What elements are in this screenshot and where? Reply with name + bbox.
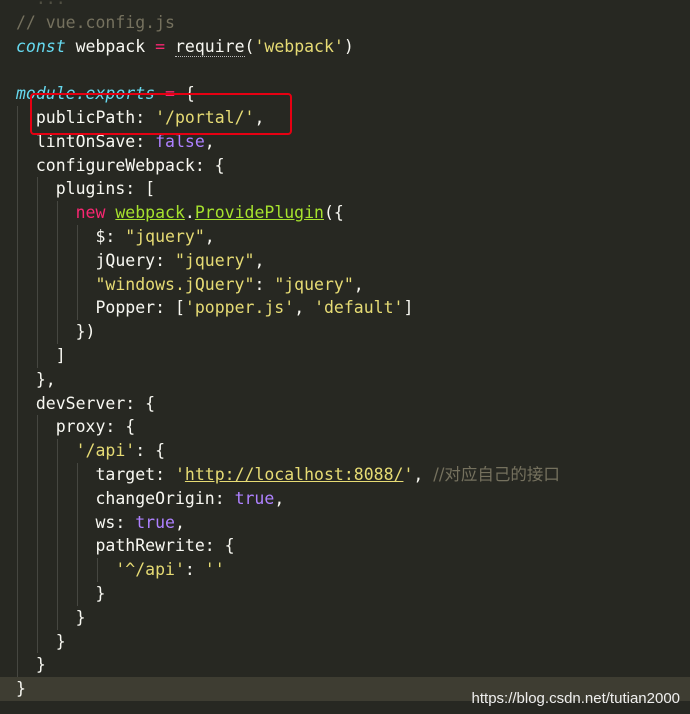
key-jQuery: jQuery:: [95, 250, 166, 270]
string-jquery-2: "jquery": [174, 250, 255, 270]
code-line-17: devServer: {: [16, 391, 690, 416]
code-line-2: const webpack = require('webpack'): [16, 36, 354, 57]
close-paren: }): [75, 322, 96, 342]
code-line-22: ws: true,: [16, 510, 690, 535]
string-empty: '': [204, 560, 225, 580]
code-line-8: plugins: [: [16, 177, 690, 202]
code-line-21: changeOrigin: true,: [16, 486, 690, 511]
close-brace-1: }: [95, 583, 106, 603]
code-line-28: }: [16, 653, 690, 678]
key-dollar: $:: [95, 226, 116, 246]
code-line-15: ]: [16, 343, 690, 368]
comment-interface: //对应自己的接口: [433, 464, 560, 484]
code-line-14: }): [16, 320, 690, 344]
key-devServer: devServer: {: [35, 393, 156, 413]
key-changeOrigin: changeOrigin:: [95, 488, 225, 508]
string-popper: 'popper.js': [184, 298, 295, 318]
close-brace-3: }: [55, 631, 66, 651]
code-editor[interactable]: ... // vue.config.js const webpack = req…: [0, 0, 690, 714]
code-line-1: // vue.config.js: [16, 11, 690, 35]
close-bracket: ]: [55, 345, 66, 365]
key-pathRewrite: pathRewrite: {: [95, 536, 235, 556]
keyword-const: const: [16, 36, 66, 56]
keyword-new: new: [75, 203, 106, 223]
string-default: 'default': [314, 298, 404, 318]
key-target: target:: [95, 464, 166, 484]
boolean-true-1: true: [234, 488, 275, 508]
key-plugins: plugins: [: [55, 179, 156, 199]
code-line-7: configureWebpack: {: [16, 153, 690, 178]
close-brace-final: }: [16, 679, 26, 699]
watermark: https://blog.csdn.net/tutian2000: [471, 690, 680, 707]
string-caret-api: '^/api': [115, 560, 185, 580]
close-brace-2: }: [75, 607, 86, 627]
key-ws: ws:: [95, 512, 126, 532]
close-object-1: },: [35, 369, 56, 389]
code-line-23: pathRewrite: {: [16, 534, 690, 559]
key-configureWebpack: configureWebpack: {: [35, 155, 225, 175]
string-jquery-1: "jquery": [125, 226, 205, 246]
object-webpack: webpack: [115, 203, 185, 223]
key-proxy: proxy: {: [55, 417, 136, 437]
code-line-9: new webpack.ProvidePlugin({: [16, 201, 690, 225]
string-windows-jquery: "windows.jQuery": [95, 274, 255, 294]
string-api: '/api': [75, 441, 136, 461]
code-line-20: target: 'http://localhost:8088/', //对应自己…: [16, 462, 690, 487]
variable-webpack: webpack: [75, 36, 146, 56]
boolean-true-2: true: [135, 512, 175, 532]
cutoff-text: ...: [16, 0, 66, 8]
code-line-26: }: [16, 605, 690, 630]
code-line-0: ...: [16, 0, 690, 11]
function-require: require: [174, 36, 245, 57]
code-line-12: "windows.jQuery": "jquery",: [16, 272, 690, 297]
operator-equals: =: [155, 36, 166, 56]
comment-filename: // vue.config.js: [16, 12, 175, 32]
code-line-10: $: "jquery",: [16, 224, 690, 249]
code-line-13: Popper: ['popper.js', 'default']: [16, 296, 690, 321]
close-brace-4: }: [35, 655, 46, 675]
code-line-25: }: [16, 581, 690, 606]
function-ProvidePlugin: ProvidePlugin: [194, 203, 324, 223]
code-line-18: proxy: {: [16, 415, 690, 440]
highlight-annotation-box: [30, 93, 292, 135]
code-line-11: jQuery: "jquery",: [16, 248, 690, 273]
key-popper: Popper:: [95, 298, 166, 318]
string-jquery-3: "jquery": [274, 274, 354, 294]
string-webpack: 'webpack': [254, 36, 344, 56]
code-line-16: },: [16, 367, 690, 392]
string-url[interactable]: http://localhost:8088/: [185, 465, 404, 484]
code-line-27: }: [16, 629, 690, 654]
code-line-19: '/api': {: [16, 439, 690, 463]
code-line-24: '^/api': '': [16, 558, 690, 582]
